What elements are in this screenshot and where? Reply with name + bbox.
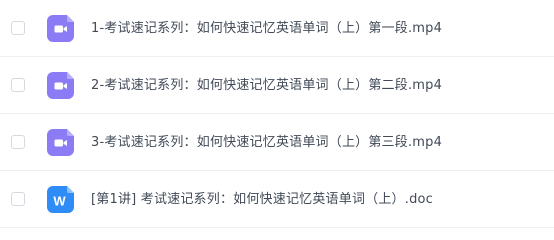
word-file-icon: W [47,186,74,213]
row-checkbox[interactable] [11,78,25,92]
file-row[interactable]: W [第1讲] 考试速记系列：如何快速记忆英语单词（上）.doc [0,171,554,228]
row-checkbox[interactable] [11,21,25,35]
video-file-icon [47,15,74,42]
file-row[interactable]: 2-考试速记系列：如何快速记忆英语单词（上）第二段.mp4 [0,57,554,114]
file-name[interactable]: 3-考试速记系列：如何快速记忆英语单词（上）第三段.mp4 [91,114,442,171]
video-file-icon [47,72,74,99]
row-checkbox[interactable] [11,192,25,206]
file-list: 1-考试速记系列：如何快速记忆英语单词（上）第一段.mp4 2-考试速记系列：如… [0,0,554,240]
file-name[interactable]: 1-考试速记系列：如何快速记忆英语单词（上）第一段.mp4 [91,0,442,57]
row-checkbox[interactable] [11,135,25,149]
video-file-icon [47,129,74,156]
file-row[interactable]: 3-考试速记系列：如何快速记忆英语单词（上）第三段.mp4 [0,114,554,171]
file-name[interactable]: 2-考试速记系列：如何快速记忆英语单词（上）第二段.mp4 [91,57,442,114]
file-name[interactable]: [第1讲] 考试速记系列：如何快速记忆英语单词（上）.doc [91,171,433,228]
file-row[interactable]: 1-考试速记系列：如何快速记忆英语单词（上）第一段.mp4 [0,0,554,57]
word-icon-letter: W [53,194,66,209]
